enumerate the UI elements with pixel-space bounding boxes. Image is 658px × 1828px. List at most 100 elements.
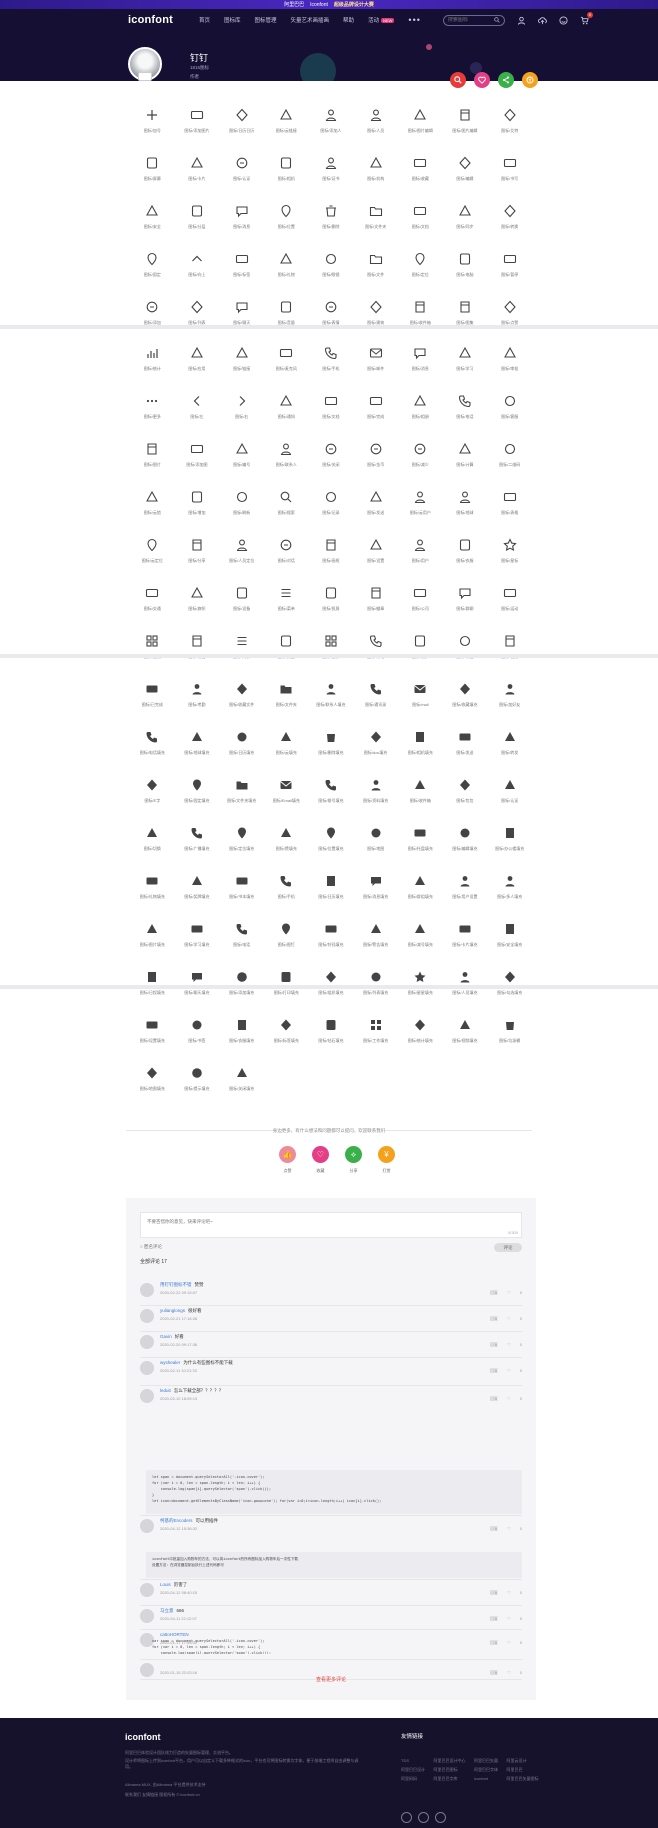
icon-card[interactable]: 图标/奖牌填充	[175, 862, 220, 910]
icon-card[interactable]: 图标/认证	[487, 766, 532, 814]
more-icon[interactable]: •••	[408, 15, 420, 25]
icon-card[interactable]: 图标/暂停	[487, 240, 532, 288]
icon-card[interactable]: 图标/星标	[487, 526, 532, 574]
icon-card[interactable]: 图标/列表填充	[353, 958, 398, 1006]
icon-card[interactable]: 图标/手机	[264, 862, 309, 910]
icon-card[interactable]: 图标/日历填充	[219, 718, 264, 766]
icon-card[interactable]: 图标/认证	[219, 144, 264, 192]
icon-card[interactable]: 图标/位置填充	[309, 814, 354, 862]
comment-like-button[interactable]: ♡ 0	[507, 1590, 522, 1595]
icon-card[interactable]: 图标/邮件	[353, 334, 398, 382]
icon-card[interactable]: 图标/设置填充	[130, 1006, 175, 1054]
reply-button[interactable]: 回复	[490, 1590, 498, 1595]
icon-card[interactable]: 图标/doc填充	[353, 718, 398, 766]
icon-card[interactable]: 图标/投屏	[309, 574, 354, 622]
icon-card[interactable]: 图标/电脑	[443, 240, 488, 288]
icon-card[interactable]: 图标/完成	[353, 382, 398, 430]
reply-button[interactable]: 回复	[490, 1616, 498, 1621]
nav-item-manage[interactable]: 图标管理	[255, 16, 277, 24]
icon-card[interactable]: 图标/文件	[353, 240, 398, 288]
icon-card[interactable]: 图标/麦克风	[264, 334, 309, 382]
icon-card[interactable]: 图标/卡片填充	[443, 910, 488, 958]
reply-button[interactable]: 回复	[490, 1526, 498, 1531]
icon-card[interactable]: 图标/广播填充	[175, 814, 220, 862]
icon-card[interactable]: 图标/应用	[175, 334, 220, 382]
icon-card[interactable]: 图标/左	[175, 382, 220, 430]
wechat-icon[interactable]	[418, 1812, 429, 1823]
icon-card[interactable]: 图标/拨号填充	[309, 766, 354, 814]
footer-link[interactable]: 阿里巴巴矢量	[474, 1758, 501, 1764]
icon-card[interactable]: 图标/关闭填充	[219, 1054, 264, 1102]
icon-card[interactable]: 图标/Email填充	[264, 766, 309, 814]
icon-card[interactable]: 图标/日历日历	[219, 96, 264, 144]
reply-button[interactable]: 回复	[490, 1368, 498, 1373]
icon-card[interactable]: 图标/图片填充	[130, 910, 175, 958]
icon-card[interactable]: 图标/计算	[443, 430, 488, 478]
commenter-name[interactable]: Louis 厉害了	[160, 1582, 187, 1588]
icon-card[interactable]: 图标/图片编辑	[398, 96, 443, 144]
icon-card[interactable]: 图标/表格	[487, 478, 532, 526]
commenter-name[interactable]: Gavin 好看	[160, 1334, 184, 1340]
icon-card[interactable]: 图标/关闭	[309, 430, 354, 478]
promo-banner[interactable]: 阿里巴巴 Iconfont 超级品牌设计大赛	[0, 0, 658, 9]
icon-card[interactable]: 图标/文档	[309, 382, 354, 430]
icon-card[interactable]: 图标/多人填充	[487, 862, 532, 910]
icon-card[interactable]: 图标/右	[219, 382, 264, 430]
icon-card[interactable]: 图标/警告填充	[353, 910, 398, 958]
icon-card[interactable]: 图标/云填充	[264, 718, 309, 766]
weibo-icon[interactable]	[401, 1812, 412, 1823]
footer-link[interactable]: 阿里巴巴字体	[474, 1767, 501, 1773]
icon-card[interactable]: 图标/收藏	[398, 144, 443, 192]
icon-card[interactable]: 图标/固定	[130, 240, 175, 288]
commenter-name[interactable]: 用钉钉图标不错 赞赞	[160, 1282, 204, 1288]
icon-card[interactable]: 图标/相册	[398, 382, 443, 430]
icon-card[interactable]: 图标/工作	[309, 622, 354, 670]
user-icon[interactable]	[517, 16, 526, 25]
icon-card[interactable]: 图标/切换	[130, 814, 175, 862]
footer-link[interactable]: TDS	[401, 1758, 428, 1764]
icon-card[interactable]: 图标/编辑	[443, 144, 488, 192]
footer-logo[interactable]: iconfont	[125, 1732, 161, 1742]
site-logo[interactable]: iconfont	[128, 14, 173, 26]
icon-card[interactable]: 图标/聊天填充	[175, 958, 220, 1006]
cart-button[interactable]: 0	[580, 11, 593, 25]
footer-link[interactable]: 阿里巴巴图标	[434, 1767, 469, 1773]
icon-card[interactable]: 图标/赞填充	[264, 814, 309, 862]
icon-card[interactable]: 图标/更多	[130, 382, 175, 430]
commenter-name[interactable]: leduit 怎么下载全部？？？？？	[160, 1388, 223, 1394]
nav-item-home[interactable]: 首页	[199, 16, 210, 24]
icon-card[interactable]: 图标/mail	[398, 670, 443, 718]
footer-link[interactable]: iconfont	[474, 1776, 501, 1782]
nav-item-illustration[interactable]: 矢量艺术画插画	[291, 16, 330, 24]
icon-card[interactable]: 图标/链接	[219, 334, 264, 382]
icon-card[interactable]: 图标/减少	[398, 430, 443, 478]
icon-card[interactable]: 图标/定位	[398, 240, 443, 288]
icon-card[interactable]: 图标/搜索	[264, 478, 309, 526]
icon-card[interactable]: 图标/衣服	[443, 526, 488, 574]
icon-card[interactable]: 图标/钻石填充	[309, 1006, 354, 1054]
icon-card[interactable]: 图标/固定填充	[175, 766, 220, 814]
search-input[interactable]	[447, 17, 493, 23]
icon-card[interactable]: 图标/地图	[353, 814, 398, 862]
icon-card[interactable]: 图标/统计填充	[398, 1006, 443, 1054]
icon-card[interactable]: 图标/组织填充	[309, 958, 354, 1006]
icon-card[interactable]: 图标/加好友	[487, 670, 532, 718]
icon-card[interactable]: 图标/减号填充	[398, 910, 443, 958]
icon-card[interactable]: 图标/日程填充	[130, 958, 175, 1006]
icon-card[interactable]: 图标/通知	[264, 382, 309, 430]
icon-card[interactable]: 图标/金币	[353, 430, 398, 478]
icon-card[interactable]: 图标/群聊	[443, 574, 488, 622]
icon-card[interactable]: 图标/文档	[398, 192, 443, 240]
comment-like-button[interactable]: ♡ 0	[507, 1316, 522, 1321]
icon-card[interactable]: 图标/删除	[309, 192, 354, 240]
icon-card[interactable]: 图标/审批	[487, 334, 532, 382]
reply-button[interactable]: 回复	[490, 1342, 498, 1347]
smile-icon[interactable]	[559, 15, 568, 25]
icon-card[interactable]: 图标/资料填充	[353, 766, 398, 814]
icon-card[interactable]: 图标/应用	[130, 622, 175, 670]
comment-like-button[interactable]: ♡ 0	[507, 1526, 522, 1531]
commenter-name[interactable]: yulianglongs 很好看	[160, 1308, 202, 1314]
icon-card[interactable]: 图标/转换	[487, 192, 532, 240]
icon-card[interactable]: 图标/电话	[443, 382, 488, 430]
footer-link[interactable]: 阿里妈妈	[401, 1776, 428, 1782]
